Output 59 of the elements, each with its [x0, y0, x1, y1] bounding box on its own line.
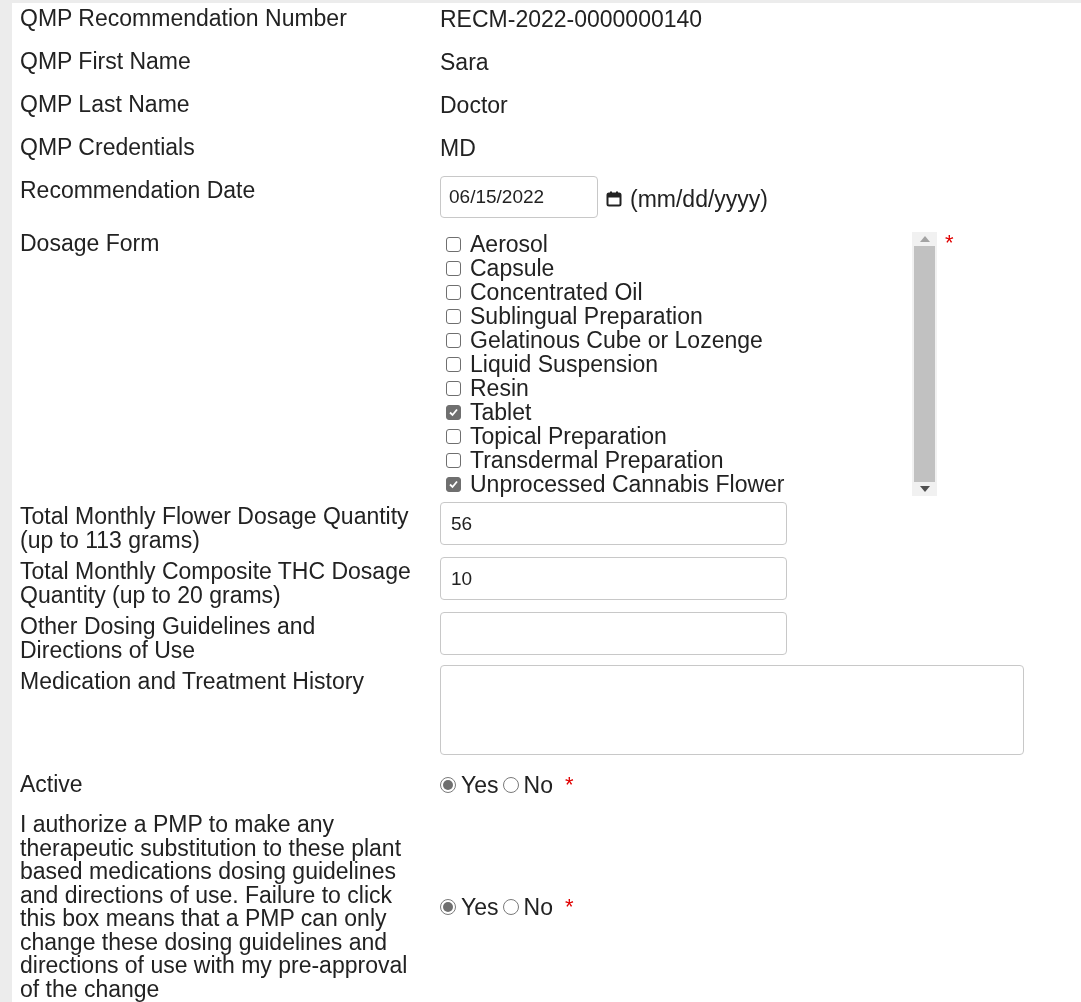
option-label[interactable]: Capsule: [470, 256, 555, 280]
option-label[interactable]: Yes: [461, 895, 499, 919]
field-label: I authorize a PMP to make any therapeutic substitution to these plant based medications dosing guidelines and directions of use. Failure to click this box means that a PMP can only change these dosing guidelines and directions of use with my pre-approval of the change: [20, 813, 409, 1001]
field-label: Total Monthly Flower Dosage Quantity (up to 113 grams): [20, 505, 410, 552]
radio-button[interactable]: [440, 777, 456, 793]
option-label[interactable]: Transdermal Preparation: [470, 448, 724, 472]
checkbox[interactable]: [446, 332, 461, 348]
field-label: QMP First Name: [20, 50, 192, 74]
checkmark-icon: [448, 406, 459, 418]
checkmark-icon: [448, 478, 459, 490]
date-format-hint: (mm/dd/yyyy): [630, 186, 768, 211]
option-label[interactable]: Liquid Suspension: [470, 352, 658, 376]
option-label[interactable]: No: [523, 773, 553, 797]
option-label[interactable]: No: [523, 895, 553, 919]
input-field[interactable]: [440, 612, 787, 655]
option-label[interactable]: Aerosol: [470, 232, 548, 256]
checkbox[interactable]: [446, 404, 461, 420]
calendar-icon[interactable]: [606, 190, 622, 207]
option-label[interactable]: Topical Preparation: [470, 424, 667, 448]
checkbox[interactable]: [446, 428, 461, 444]
option-label[interactable]: Yes: [461, 773, 499, 797]
field-value: RECM-2022-0000000140: [440, 7, 704, 31]
field-value: Sara: [440, 50, 490, 74]
field-value: Doctor: [440, 93, 509, 117]
required-mark: *: [564, 896, 574, 918]
radio-button[interactable]: [502, 777, 519, 793]
field-label: QMP Credentials: [20, 136, 196, 160]
option-label[interactable]: Unprocessed Cannabis Flower: [470, 472, 785, 496]
scroll-down-icon[interactable]: [919, 486, 930, 492]
checkbox[interactable]: [446, 284, 461, 300]
radio-button[interactable]: [440, 899, 456, 915]
option-label[interactable]: Resin: [470, 376, 529, 400]
scrollbar[interactable]: [912, 232, 937, 496]
option-label[interactable]: Gelatinous Cube or Lozenge: [470, 328, 763, 352]
option-label[interactable]: Concentrated Oil: [470, 280, 643, 304]
checkbox[interactable]: [446, 356, 461, 372]
field-value: MD: [440, 136, 477, 160]
checkbox[interactable]: [446, 476, 461, 492]
field-label: Other Dosing Guidelines and Directions of Use: [20, 615, 317, 662]
field-label: Recommendation Date: [20, 179, 257, 203]
field-label: QMP Recommendation Number: [20, 7, 348, 31]
checkbox[interactable]: [446, 380, 461, 396]
field-label: Active: [20, 773, 84, 797]
field-label: Dosage Form: [20, 232, 161, 256]
field-label: QMP Last Name: [20, 93, 191, 117]
radio-button[interactable]: [502, 899, 519, 915]
field-label: Medication and Treatment History: [20, 670, 365, 694]
checkbox[interactable]: [446, 260, 461, 276]
checkbox[interactable]: [446, 236, 461, 252]
date-field[interactable]: 06/15/2022: [440, 176, 598, 218]
required-mark: *: [945, 232, 954, 254]
checkbox[interactable]: [446, 452, 461, 468]
input-field[interactable]: 56: [440, 502, 787, 545]
input-field[interactable]: 10: [440, 557, 787, 600]
option-label[interactable]: Tablet: [470, 400, 532, 424]
checkbox[interactable]: [446, 308, 461, 324]
field-label: Total Monthly Composite THC Dosage Quantity (up to 20 grams): [20, 560, 412, 607]
option-label[interactable]: Sublingual Preparation: [470, 304, 703, 328]
required-mark: *: [564, 774, 574, 796]
